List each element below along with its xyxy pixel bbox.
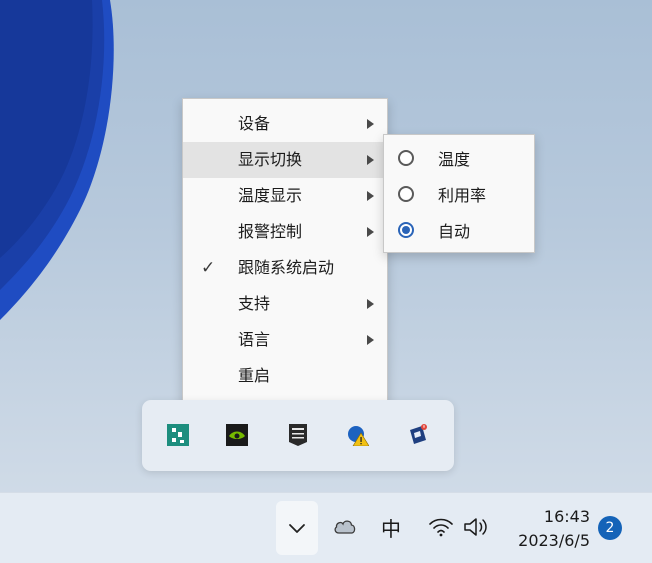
display-switch-submenu: 温度 利用率 自动 (383, 134, 535, 253)
submenu-item-auto[interactable]: 自动 (384, 214, 534, 250)
menu-item-restart[interactable]: 重启 (183, 358, 387, 394)
chevron-right-icon (367, 191, 374, 201)
chevron-right-icon (367, 299, 374, 309)
clock[interactable]: 16:43 2023/6/5 (518, 505, 590, 553)
menu-item-label: 温度显示 (238, 186, 303, 205)
chevron-right-icon (367, 155, 374, 165)
menu-item-device[interactable]: 设备 (183, 106, 387, 142)
nvidia-icon[interactable] (226, 424, 248, 446)
radio-button[interactable] (398, 186, 414, 202)
menu-item-startup[interactable]: ✓ 跟随系统启动 (183, 250, 387, 286)
checkmark-icon: ✓ (201, 258, 216, 278)
menu-item-label: 设备 (238, 114, 271, 133)
wifi-icon[interactable] (428, 517, 454, 537)
menu-item-label: 显示切换 (238, 150, 303, 169)
clock-date: 2023/6/5 (518, 531, 590, 550)
menu-item-label: 跟随系统启动 (238, 258, 335, 277)
menu-item-label: 重启 (238, 366, 271, 385)
menu-item-language[interactable]: 语言 (183, 322, 387, 358)
chevron-right-icon (367, 335, 374, 345)
menu-item-label: 支持 (238, 294, 271, 313)
chevron-right-icon (367, 119, 374, 129)
radio-button-selected[interactable] (398, 222, 414, 238)
epic-games-icon[interactable] (287, 424, 309, 446)
menu-item-label: 报警控制 (238, 222, 303, 241)
submenu-item-label: 温度 (438, 150, 471, 169)
speaker-icon[interactable] (463, 516, 491, 538)
submenu-item-label: 利用率 (438, 186, 487, 205)
menu-item-temperature-display[interactable]: 温度显示 (183, 178, 387, 214)
chevron-down-icon (289, 524, 305, 533)
controller-app-icon[interactable] (406, 424, 428, 446)
context-menu: 设备 显示切换 温度显示 报警控制 ✓ 跟随系统启动 支持 语言 重启 退出 (182, 98, 388, 433)
show-hidden-icons-button[interactable] (276, 501, 318, 555)
clock-time: 16:43 (543, 507, 590, 526)
notification-badge[interactable]: 2 (598, 516, 622, 540)
warning-app-icon[interactable] (347, 424, 369, 446)
cloud-icon[interactable] (333, 517, 357, 535)
menu-item-label: 语言 (238, 330, 271, 349)
submenu-item-utilization[interactable]: 利用率 (384, 178, 534, 214)
menu-item-alarm-control[interactable]: 报警控制 (183, 214, 387, 250)
chevron-right-icon (367, 227, 374, 237)
hardware-monitor-icon[interactable] (167, 424, 189, 446)
menu-item-support[interactable]: 支持 (183, 286, 387, 322)
submenu-item-label: 自动 (438, 222, 471, 241)
menu-item-display-switch[interactable]: 显示切换 (183, 142, 387, 178)
taskbar: 中 16:43 2023/6/5 2 (0, 492, 652, 563)
tray-overflow-flyout (142, 400, 454, 471)
radio-button[interactable] (398, 150, 414, 166)
ime-indicator[interactable]: 中 (381, 513, 401, 542)
submenu-item-temperature[interactable]: 温度 (384, 142, 534, 178)
